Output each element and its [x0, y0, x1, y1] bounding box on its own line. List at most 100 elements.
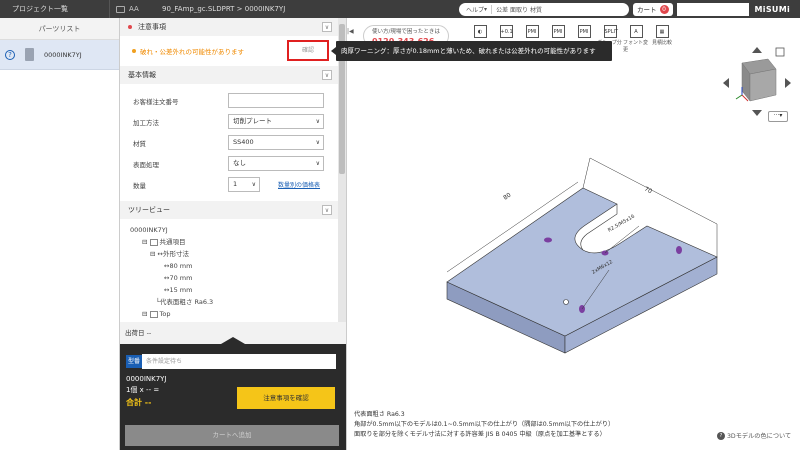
- settings-panel: 注意事項 ∨ 破れ・公差外れの可能性があります 確認 基本情報 ∨ お客様注文番…: [120, 18, 346, 450]
- tree-root[interactable]: 0000INK7YJ: [130, 224, 338, 236]
- tree-item[interactable]: ⊟ 共通項目: [130, 236, 338, 248]
- collapse-notch[interactable]: [221, 337, 245, 344]
- tool-font[interactable]: A フォント変更: [623, 25, 649, 53]
- home-view-icon[interactable]: [775, 47, 785, 57]
- collapse-left-icon[interactable]: |◀: [347, 28, 354, 38]
- add-to-cart-button[interactable]: カートへ追加: [125, 425, 339, 446]
- basic-header[interactable]: 基本情報 ∨: [120, 66, 338, 84]
- help-icon[interactable]: ?: [5, 49, 15, 60]
- warning-text: 破れ・公差外れの可能性があります: [140, 48, 244, 56]
- part-number-row: 型番 条件設定待ち: [126, 354, 340, 369]
- qty-price-link[interactable]: 数量別の価格表: [278, 180, 320, 189]
- help-link[interactable]: ヘルプ: [466, 5, 484, 14]
- form-row-process: 加工方法 切削プレート ∨: [120, 111, 338, 132]
- tree-item[interactable]: ⊟ ↔外形寸法: [130, 248, 338, 260]
- warning-tooltip: 肉厚ワーニング：厚さが0.18mmと薄いため、破れまたは公差外れの可能性がありま…: [331, 41, 612, 61]
- order-part-number: 0000INK7YJ: [126, 375, 167, 383]
- cube-front-face[interactable]: [749, 68, 777, 102]
- model-tag: 型番: [126, 355, 143, 368]
- warning-dot-icon: [132, 49, 136, 53]
- dimension-line: [582, 157, 591, 189]
- form-row-material: 材質 SS400 ∨: [120, 132, 338, 153]
- chevron-down-icon[interactable]: ∨: [322, 22, 332, 32]
- project-list-link[interactable]: プロジェクト一覧: [0, 0, 110, 18]
- settings-scroll[interactable]: 注意事項 ∨ 破れ・公差外れの可能性があります 確認 基本情報 ∨ お客様注文番…: [120, 18, 338, 322]
- cart-count-badge: 0: [659, 4, 669, 14]
- process-select[interactable]: 切削プレート ∨: [228, 114, 324, 129]
- tree-item-label: 80 mm: [169, 262, 193, 270]
- folder-crumb[interactable]: AA: [110, 0, 162, 18]
- form-row-qty: 数量 1 ∨ 数量別の価格表: [120, 174, 338, 195]
- confirm-button[interactable]: 確認: [287, 40, 329, 61]
- dim-label-70: 70: [643, 186, 653, 196]
- divider: [491, 4, 493, 14]
- qty-label: 数量: [133, 181, 146, 190]
- tree-item-label: 外形寸法: [162, 250, 189, 258]
- cube-icon: [149, 310, 158, 318]
- scrollbar[interactable]: [338, 18, 346, 322]
- alert-dot-icon: [128, 25, 132, 29]
- qty-select[interactable]: 1 ∨: [228, 177, 260, 192]
- material-label: 材質: [133, 139, 146, 148]
- breadcrumb[interactable]: 90_FAmp_gc.SLDPRT > 0000INK7YJ: [162, 5, 285, 13]
- rotate-up-icon[interactable]: [752, 47, 762, 53]
- more-options-button[interactable]: ···▾: [768, 111, 788, 122]
- surface-value: なし: [233, 159, 246, 167]
- chevron-down-icon: ∨: [315, 118, 320, 125]
- parts-panel: パーツリスト ? 0000INK7YJ: [0, 18, 120, 450]
- chamfer-link[interactable]: 面取り: [510, 5, 528, 14]
- parts-header: パーツリスト: [0, 18, 119, 40]
- rotate-left-icon[interactable]: [723, 78, 729, 88]
- part-row[interactable]: ? 0000INK7YJ: [0, 40, 119, 70]
- pmi-edit-icon: PMI: [551, 25, 565, 38]
- font-label: フォント変更: [623, 40, 649, 53]
- cart-label: カート: [637, 6, 657, 14]
- navigation-cube[interactable]: [718, 43, 796, 118]
- origin-marker: [563, 299, 569, 305]
- condition-input[interactable]: 条件設定待ち: [142, 354, 337, 369]
- check-notice-button[interactable]: 注意事項を確認: [237, 387, 335, 409]
- split-icon: SPLIT: [603, 25, 618, 38]
- dimension-line: [589, 157, 718, 225]
- hole-mark: [676, 246, 682, 254]
- model-notes: 代表面粗さ Ra6.3 角部が0.5mm以下のモデルは0.1~0.5mm以下の仕…: [354, 410, 614, 440]
- notice-title: 注意事項: [138, 23, 166, 31]
- user-box[interactable]: [676, 2, 749, 16]
- model-view[interactable]: 80 70 R2.5/M5x16 2xM6x12 |◀ 使い方/現場で困ったとき…: [346, 18, 800, 450]
- note-line: 角部が0.5mm以下のモデルは0.1~0.5mm以下の仕上がり（隅部は0.5mm…: [354, 421, 615, 428]
- folder-label: AA: [129, 5, 139, 13]
- form-row-surface: 表面処理 なし ∨: [120, 153, 338, 174]
- surface-select[interactable]: なし ∨: [228, 156, 324, 171]
- folder-icon: [116, 5, 125, 13]
- color-help-link[interactable]: ? 3Dモデルの色について: [717, 431, 791, 440]
- rotate-down-icon[interactable]: [752, 110, 762, 116]
- qty-value: 1: [233, 180, 238, 188]
- dim-label-80: 80: [502, 191, 512, 201]
- material-link[interactable]: 材質: [530, 5, 542, 14]
- chevron-down-icon: ▾: [484, 5, 488, 13]
- rotate-right-icon[interactable]: [785, 78, 791, 88]
- tree-item[interactable]: ↔15 mm: [130, 284, 338, 296]
- cart-button[interactable]: カート 0: [633, 2, 673, 16]
- form-row-order-no: お客様注文番号: [120, 90, 338, 111]
- font-icon: A: [629, 25, 643, 38]
- notice-header[interactable]: 注意事項 ∨: [120, 18, 338, 36]
- tool-compare[interactable]: ▦ 見積比較: [649, 25, 675, 53]
- chevron-down-icon[interactable]: ∨: [322, 70, 332, 80]
- tree-header[interactable]: ツリービュー ∨: [120, 201, 338, 219]
- tree-item-label: 70 mm: [169, 274, 193, 282]
- material-select[interactable]: SS400 ∨: [228, 135, 324, 150]
- tree-title: ツリービュー: [128, 206, 170, 214]
- chevron-down-icon[interactable]: ∨: [322, 205, 332, 215]
- tree-item[interactable]: ↔80 mm: [130, 260, 338, 272]
- tree-item-label: 15 mm: [169, 286, 193, 294]
- misumi-logo: MiSUMi: [754, 4, 790, 14]
- tree-item[interactable]: ⊟ Top: [130, 308, 338, 320]
- tree-item[interactable]: └代表面粗さ Ra6.3: [130, 296, 338, 308]
- tree-item[interactable]: ↔70 mm: [130, 272, 338, 284]
- part-thumbnail: [25, 48, 34, 61]
- order-no-input[interactable]: [228, 93, 324, 108]
- process-value: 切削プレート: [233, 117, 272, 125]
- phone-caption: 使い方/現場で困ったときは: [372, 29, 440, 35]
- tolerance-link[interactable]: 公差: [496, 5, 508, 14]
